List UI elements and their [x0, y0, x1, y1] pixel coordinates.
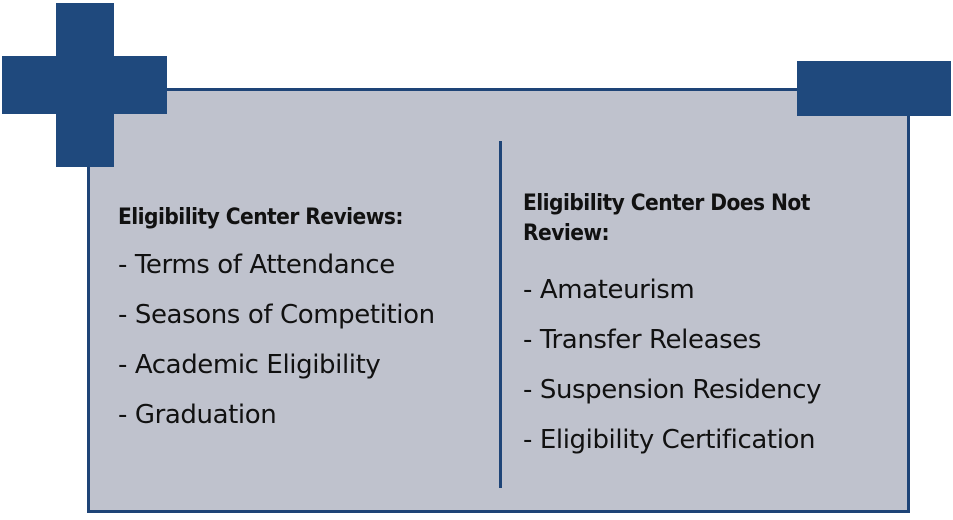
does-not-review-list: - Amateurism - Transfer Releases - Suspe… — [523, 265, 903, 465]
does-not-review-column: Eligibility Center Does Not Review: - Am… — [523, 189, 903, 465]
heading-line-1: Eligibility Center Does Not — [523, 191, 810, 216]
list-item: - Terms of Attendance — [118, 250, 395, 280]
plus-icon-horizontal-bar — [2, 56, 167, 114]
corner-tab — [797, 61, 951, 116]
list-item: - Academic Eligibility — [118, 350, 381, 380]
list-item: - Amateurism — [523, 275, 695, 305]
heading-line-2: Review: — [523, 221, 610, 246]
list-item: - Seasons of Competition — [118, 300, 435, 330]
list-item: - Suspension Residency — [523, 375, 822, 405]
list-item: - Eligibility Certification — [523, 425, 816, 455]
reviews-column: Eligibility Center Reviews: - Terms of A… — [118, 203, 493, 440]
list-item: - Graduation — [118, 400, 277, 430]
reviews-heading: Eligibility Center Reviews: — [118, 205, 403, 230]
column-divider — [499, 141, 502, 488]
does-not-review-heading: Eligibility Center Does Not Review: — [523, 189, 873, 249]
list-item: - Transfer Releases — [523, 325, 761, 355]
reviews-list: - Terms of Attendance - Seasons of Compe… — [118, 240, 493, 440]
